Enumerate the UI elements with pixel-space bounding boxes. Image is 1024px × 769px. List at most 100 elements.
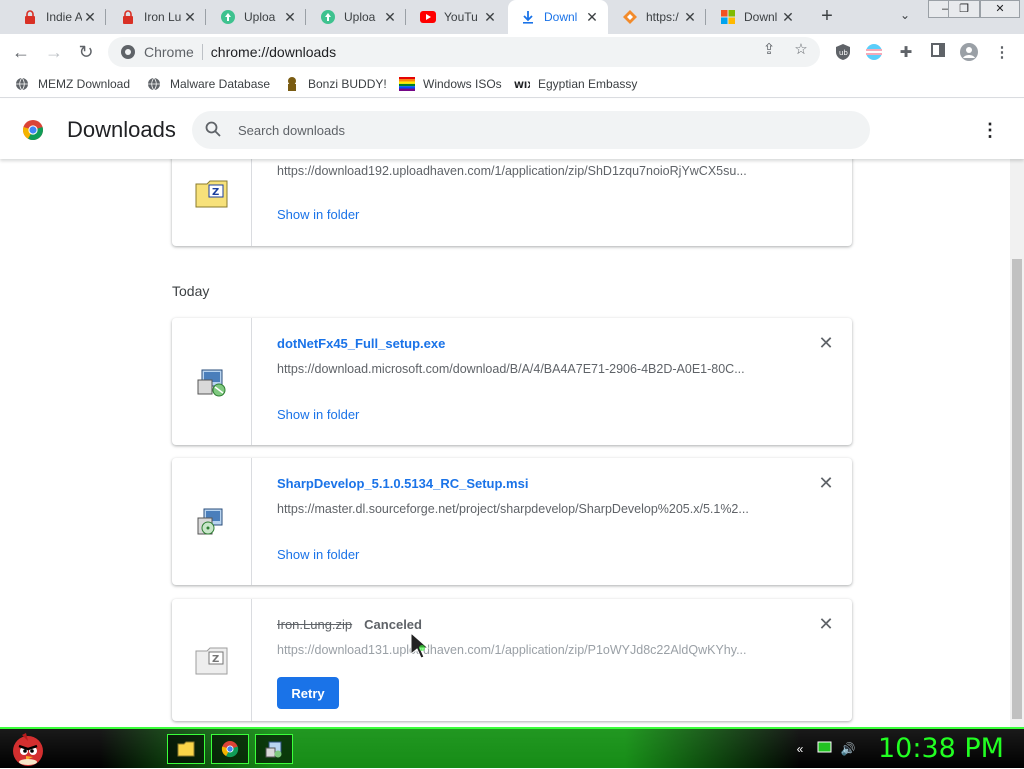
tab-strip: Indie A ✕ Iron Lu ✕ Uploa ✕ Uploa ✕ YouT…: [0, 0, 1024, 34]
download-item: dotNetFx45_Full_setup.exe https://downlo…: [172, 318, 852, 445]
chrome-logo-icon: [23, 120, 43, 141]
tab-youtube[interactable]: YouTu ✕: [408, 0, 506, 34]
tab-uploadhaven-1[interactable]: Uploa ✕: [208, 0, 306, 34]
tray-chevron-icon[interactable]: «: [792, 741, 808, 757]
downloads-header: Downloads ⋮: [0, 99, 1024, 159]
close-icon[interactable]: ✕: [382, 9, 398, 25]
lock-red-icon: [120, 9, 136, 25]
microsoft-icon: [720, 9, 736, 25]
side-panel-icon[interactable]: [928, 43, 948, 63]
tray-volume-icon[interactable]: 🔊: [840, 741, 856, 757]
show-in-folder-link[interactable]: Show in folder: [277, 207, 359, 222]
extension-flag-icon[interactable]: [864, 43, 884, 63]
taskbar-explorer-icon[interactable]: [167, 734, 205, 764]
upload-haven-icon: [220, 9, 236, 25]
svg-text:Z: Z: [212, 187, 219, 198]
angry-bird-start-icon[interactable]: [8, 729, 48, 769]
download-url[interactable]: https://master.dl.sourceforge.net/projec…: [277, 502, 777, 516]
remove-close-icon[interactable]: ✕: [818, 615, 834, 633]
download-url[interactable]: https://download131.uploadhaven.com/1/ap…: [277, 643, 777, 657]
chrome-site-icon: [121, 45, 135, 59]
bonzi-icon: [284, 76, 300, 92]
ublock-icon[interactable]: ub: [833, 43, 853, 63]
search-icon: [204, 121, 222, 139]
downloads-list: Z https://download192.uploadhaven.com/1/…: [0, 159, 1010, 727]
lock-red-icon: [22, 9, 38, 25]
upload-haven-icon: [320, 9, 336, 25]
show-in-folder-link[interactable]: Show in folder: [277, 547, 359, 562]
bookmark-egyptian-embassy[interactable]: WIX Egyptian Embassy: [514, 75, 637, 93]
back-arrow-icon[interactable]: ←: [9, 40, 33, 64]
close-icon[interactable]: ✕: [482, 9, 498, 25]
forward-arrow-icon[interactable]: →: [42, 40, 66, 64]
menu-kebab-icon[interactable]: ⋮: [992, 43, 1012, 63]
site-label: Chrome: [144, 44, 194, 60]
reload-icon[interactable]: ↻: [74, 40, 98, 64]
file-name-link[interactable]: dotNetFx45_Full_setup.exe: [277, 336, 445, 351]
taskbar-installer-icon[interactable]: [255, 734, 293, 764]
remove-close-icon[interactable]: ✕: [818, 474, 834, 492]
search-box[interactable]: [192, 111, 870, 149]
download-url[interactable]: https://download.microsoft.com/download/…: [277, 362, 777, 376]
scrollbar[interactable]: [1010, 159, 1024, 727]
close-icon[interactable]: ✕: [780, 9, 796, 25]
tab-uploadhaven-2[interactable]: Uploa ✕: [308, 0, 406, 34]
toolbar: ← → ↻ Chrome chrome://downloads ⇪ ☆ ub ✚…: [0, 34, 1024, 70]
tab-downloads-active[interactable]: Downl ✕: [508, 0, 608, 34]
download-url[interactable]: https://download192.uploadhaven.com/1/ap…: [277, 164, 777, 178]
puzzle-icon[interactable]: ✚: [896, 43, 916, 63]
diamond-icon: [622, 9, 638, 25]
download-item-canceled: Z Iron.Lung.zip Canceled https://download…: [172, 599, 852, 721]
file-name-link[interactable]: SharpDevelop_5.1.0.5134_RC_Setup.msi: [277, 476, 528, 491]
restore-button[interactable]: ❐: [948, 0, 980, 18]
taskbar-chrome-icon[interactable]: [211, 734, 249, 764]
svg-text:WIX: WIX: [514, 81, 530, 89]
profile-icon[interactable]: [959, 43, 979, 63]
download-item-earlier: Z https://download192.uploadhaven.com/1/…: [172, 159, 852, 246]
globe-icon: [14, 76, 30, 92]
bookmark-malware-database[interactable]: Malware Database: [146, 75, 270, 93]
download-icon: [520, 9, 536, 25]
chevron-down-icon[interactable]: ⌄: [895, 8, 915, 26]
page-title: Downloads: [67, 117, 176, 142]
tab-iron-lung[interactable]: Iron Lu ✕: [108, 0, 206, 34]
bookmark-windows-isos[interactable]: Windows ISOs: [399, 75, 502, 93]
youtube-icon: [420, 9, 436, 25]
close-icon[interactable]: ✕: [682, 9, 698, 25]
retry-button[interactable]: Retry: [277, 677, 339, 709]
status-canceled: Canceled: [364, 617, 422, 632]
star-icon[interactable]: ☆: [792, 41, 810, 59]
download-item: SharpDevelop_5.1.0.5134_RC_Setup.msi htt…: [172, 458, 852, 585]
bookmark-bonzi-buddy[interactable]: Bonzi BUDDY!: [284, 75, 387, 93]
close-icon[interactable]: ✕: [584, 9, 600, 25]
remove-close-icon[interactable]: ✕: [818, 334, 834, 352]
share-icon[interactable]: ⇪: [760, 41, 778, 59]
address-bar[interactable]: Chrome chrome://downloads: [108, 37, 820, 67]
close-icon[interactable]: ✕: [82, 9, 98, 25]
taskbar-clock[interactable]: 10:38 PM: [878, 733, 1004, 764]
tab-microsoft[interactable]: Downl ✕: [708, 0, 804, 34]
globe-icon: [146, 76, 162, 92]
bookmark-memz[interactable]: MEMZ Download: [14, 75, 130, 93]
wix-icon: WIX: [514, 76, 530, 92]
svg-text:ub: ub: [839, 49, 848, 57]
svg-text:Z: Z: [212, 654, 219, 665]
installer-exe-icon: [197, 369, 225, 396]
tab-https[interactable]: https:/ ✕: [610, 0, 706, 34]
search-input[interactable]: [236, 121, 836, 139]
more-actions-icon[interactable]: ⋮: [980, 119, 1000, 141]
new-tab-button[interactable]: +: [815, 6, 839, 28]
date-heading-today: Today: [172, 283, 210, 299]
window-close-button[interactable]: ✕: [980, 0, 1020, 18]
close-icon[interactable]: ✕: [182, 9, 198, 25]
zip-file-icon: Z: [195, 180, 227, 207]
show-in-folder-link[interactable]: Show in folder: [277, 407, 359, 422]
mouse-cursor-icon: [410, 632, 430, 659]
tab-indie[interactable]: Indie A ✕: [10, 0, 106, 34]
scrollbar-thumb[interactable]: [1012, 259, 1022, 719]
bookmarks-bar: MEMZ Download Malware Database Bonzi BUD…: [0, 70, 1024, 98]
close-icon[interactable]: ✕: [282, 9, 298, 25]
file-name-canceled: Iron.Lung.zip: [277, 617, 353, 632]
zip-file-gray-icon: Z: [195, 647, 227, 675]
tray-battery-icon[interactable]: [817, 741, 833, 757]
